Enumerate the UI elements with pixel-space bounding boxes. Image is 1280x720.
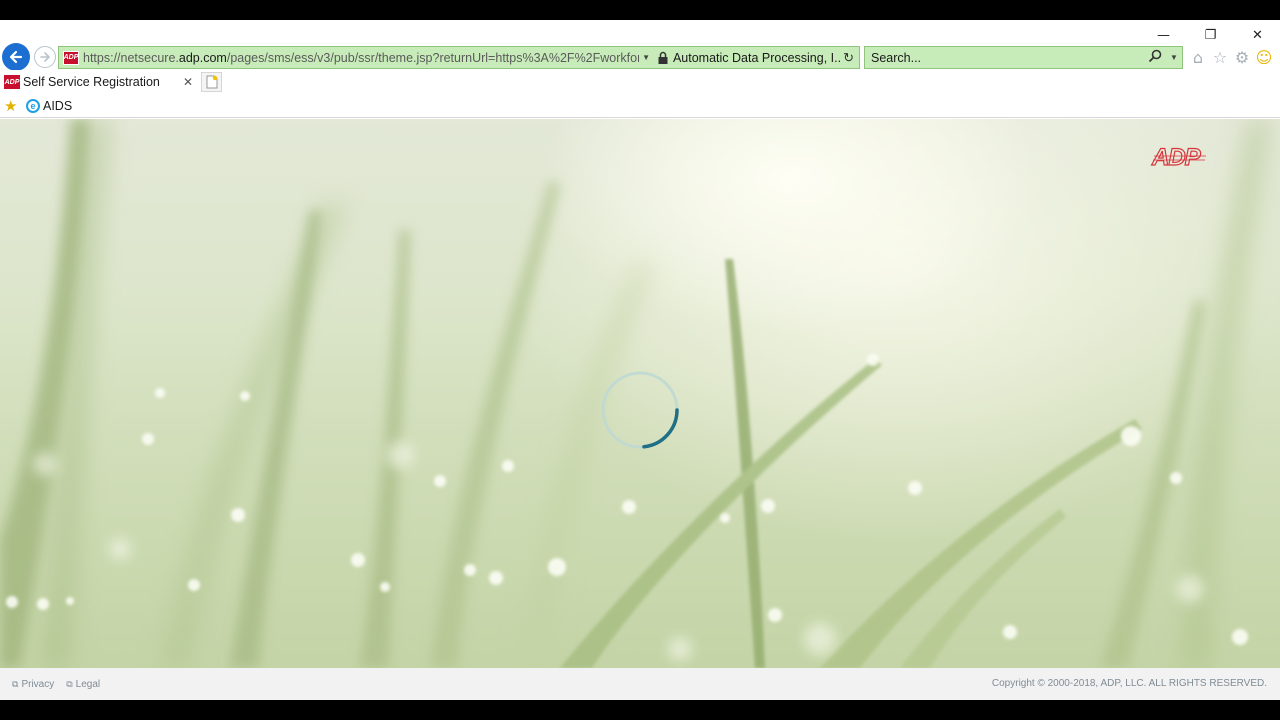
- navigation-bar: ADP https://netsecure.adp.com/pages/sms/…: [0, 20, 1280, 71]
- url-text[interactable]: https://netsecure.adp.com/pages/sms/ess/…: [83, 51, 639, 65]
- external-link-icon: ⧉: [66, 678, 73, 689]
- window-controls: — ❐ ✕: [1140, 22, 1280, 48]
- tab-strip: ADP Self Service Registration ✕: [0, 70, 1280, 94]
- minimize-icon[interactable]: —: [1140, 22, 1187, 48]
- tab-favicon-icon: ADP: [4, 75, 20, 89]
- home-icon[interactable]: ⌂: [1188, 47, 1208, 67]
- external-link-icon: ⧉: [12, 678, 19, 689]
- page-content: ADP: [0, 119, 1280, 668]
- back-button[interactable]: [2, 43, 30, 71]
- settings-gear-icon[interactable]: ⚙: [1232, 47, 1252, 67]
- address-bar[interactable]: ADP https://netsecure.adp.com/pages/sms/…: [58, 46, 860, 69]
- privacy-link[interactable]: ⧉ Privacy: [12, 679, 54, 690]
- favorites-star-icon[interactable]: ☆: [1210, 47, 1230, 67]
- lock-icon[interactable]: [657, 51, 669, 65]
- ie-page-icon: e: [26, 98, 40, 113]
- feedback-smiley-icon[interactable]: ☺: [1254, 47, 1274, 67]
- new-page-icon: [206, 75, 217, 89]
- toolbar-icons: ⌂ ☆ ⚙ ☺: [1188, 47, 1274, 67]
- site-identity[interactable]: Automatic Data Processing, I...: [673, 51, 841, 65]
- search-placeholder: Search...: [871, 50, 922, 65]
- refresh-icon[interactable]: ↻: [843, 50, 859, 66]
- legal-link[interactable]: ⧉ Legal: [66, 679, 100, 690]
- svg-text:ADP: ADP: [1151, 144, 1202, 171]
- close-window-icon[interactable]: ✕: [1234, 22, 1280, 48]
- browser-window: ADP https://netsecure.adp.com/pages/sms/…: [0, 20, 1280, 700]
- new-tab-button[interactable]: [201, 72, 222, 92]
- arrow-left-icon: [9, 50, 23, 64]
- url-prefix: https://netsecure.: [83, 50, 179, 65]
- legal-label: Legal: [75, 678, 101, 690]
- favorites-bar: ★ e AIDS: [0, 94, 1280, 118]
- tab-self-service-registration[interactable]: ADP Self Service Registration ✕: [0, 70, 200, 94]
- tab-close-icon[interactable]: ✕: [183, 75, 197, 89]
- favorite-item-aids[interactable]: AIDS: [43, 99, 72, 113]
- search-input[interactable]: Search... ▼: [864, 46, 1183, 69]
- privacy-label: Privacy: [21, 678, 55, 690]
- page-footer: ⧉ Privacy ⧉ Legal Copyright © 2000-2018,…: [0, 668, 1280, 700]
- site-favicon-icon: ADP: [63, 50, 79, 65]
- add-favorites-star-icon[interactable]: ★: [4, 97, 22, 115]
- adp-logo: ADP: [1150, 143, 1206, 171]
- address-dropdown-icon[interactable]: ▼: [639, 53, 653, 62]
- copyright-text: Copyright © 2000-2018, ADP, LLC. ALL RIG…: [991, 678, 1267, 689]
- forward-button[interactable]: [34, 46, 56, 68]
- search-dropdown-icon[interactable]: ▼: [1166, 53, 1182, 62]
- loading-spinner: [601, 371, 679, 449]
- url-path: /pages/sms/ess/v3/pub/ssr/theme.jsp?retu…: [226, 50, 640, 65]
- restore-icon[interactable]: ❐: [1187, 22, 1234, 48]
- tab-title: Self Service Registration: [23, 75, 160, 89]
- arrow-right-icon: [40, 52, 50, 62]
- search-icon[interactable]: [1148, 49, 1166, 66]
- url-domain: adp.com: [178, 50, 227, 65]
